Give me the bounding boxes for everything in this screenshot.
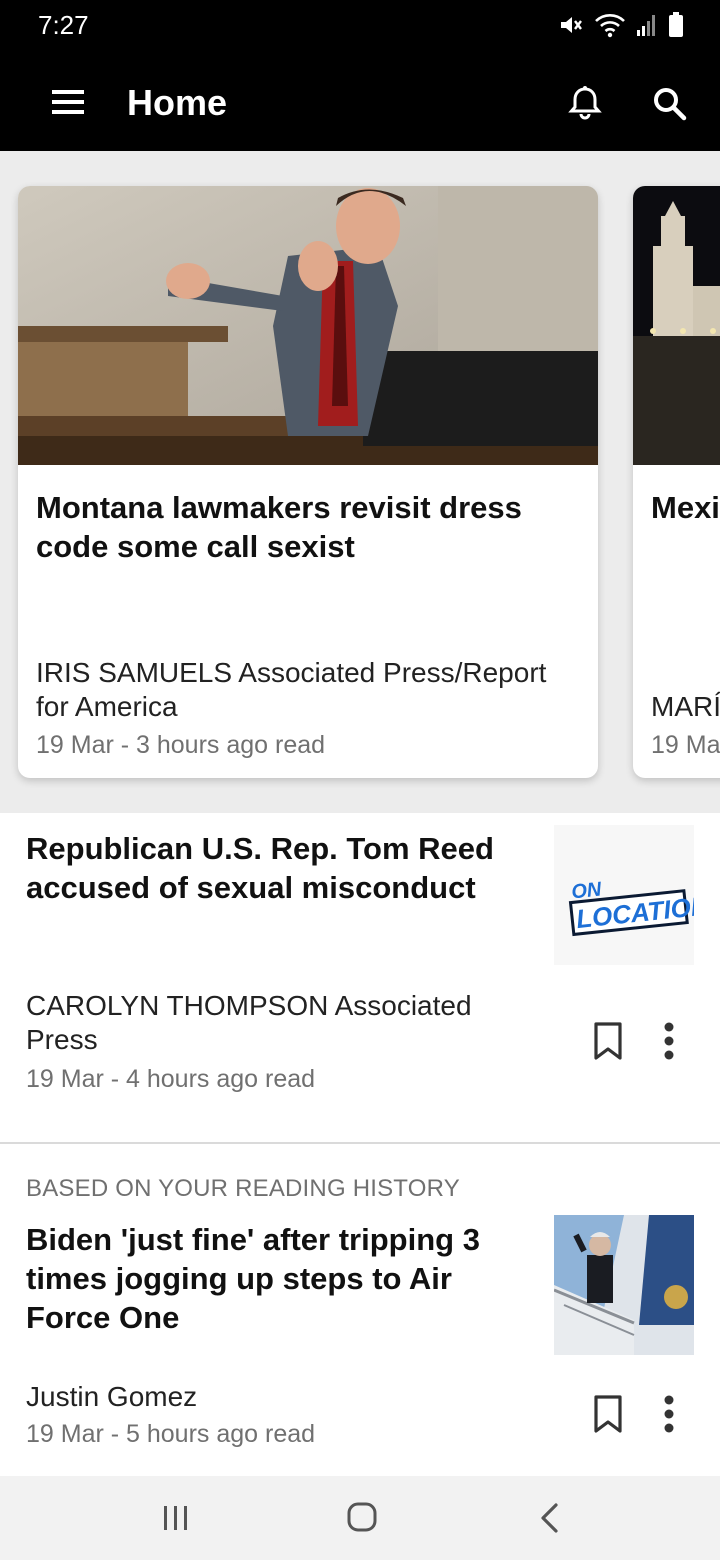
more-options-icon[interactable] (654, 1021, 684, 1061)
featured-card-title[interactable]: Montana lawmakers revisit dress code som… (36, 488, 576, 566)
menu-icon[interactable] (50, 84, 86, 120)
featured-card-meta: 19 Mar - 3 hours ago read (36, 731, 326, 759)
article-item[interactable]: Republican U.S. Rep. Tom Reed accused of… (0, 813, 720, 1142)
mute-icon (558, 13, 584, 37)
status-bar: 7:27 (0, 0, 720, 52)
home-icon[interactable] (342, 1500, 382, 1536)
recent-apps-icon[interactable] (156, 1500, 196, 1536)
back-icon[interactable] (530, 1500, 570, 1536)
wifi-icon (594, 12, 626, 38)
system-nav-bar (0, 1476, 720, 1560)
featured-card-next-meta: 19 Ma (651, 731, 720, 759)
bookmark-icon[interactable] (592, 1021, 624, 1061)
signal-icon (636, 13, 658, 37)
featured-card-author: IRIS SAMUELS Associated Press/Report for… (36, 657, 547, 722)
section-label: BASED ON YOUR READING HISTORY (26, 1175, 460, 1202)
article-title[interactable]: Biden 'just fine' after tripping 3 times… (26, 1220, 526, 1337)
article-title[interactable]: Republican U.S. Rep. Tom Reed accused of… (26, 829, 526, 907)
more-options-icon[interactable] (654, 1394, 684, 1434)
status-icons (558, 12, 684, 38)
article-author: CAROLYN THOMPSON Associated Press (26, 990, 472, 1055)
featured-card-next-image (633, 186, 720, 465)
page-title: Home (127, 82, 228, 123)
article-meta: 19 Mar - 5 hours ago read (26, 1420, 316, 1448)
featured-card-next-title[interactable]: Mexi arriv (651, 488, 720, 527)
article-meta: 19 Mar - 4 hours ago read (26, 1065, 316, 1093)
app-bar: Home (0, 52, 720, 151)
bookmark-icon[interactable] (592, 1394, 624, 1434)
article-item[interactable]: BASED ON YOUR READING HISTORY Biden 'jus… (0, 1144, 720, 1476)
article-author: Justin Gomez (26, 1381, 198, 1412)
article-thumbnail (554, 1215, 694, 1355)
featured-card-next[interactable]: Mexi arriv MARÍ 19 Ma (633, 186, 720, 778)
bell-icon[interactable] (566, 84, 604, 122)
article-thumbnail: ON LOCATION (554, 825, 694, 965)
featured-card-next-author: MARÍ (651, 691, 720, 722)
search-icon[interactable] (650, 84, 688, 122)
battery-icon (668, 12, 684, 38)
featured-card-image (18, 186, 598, 465)
status-time: 7:27 (38, 10, 89, 40)
featured-card[interactable]: Montana lawmakers revisit dress code som… (18, 186, 598, 778)
featured-carousel[interactable]: Montana lawmakers revisit dress code som… (0, 151, 720, 813)
